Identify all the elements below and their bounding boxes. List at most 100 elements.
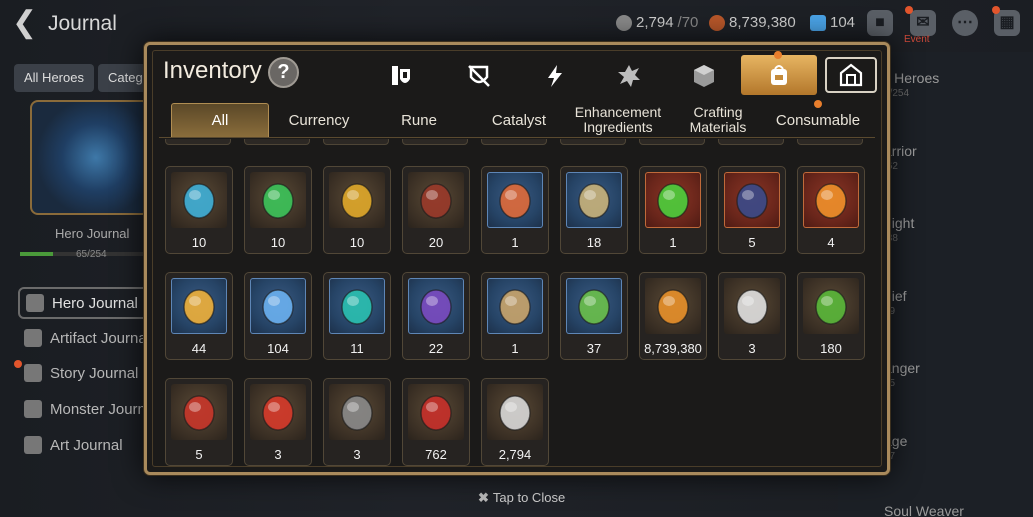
purple-orb-icon — [408, 278, 464, 334]
inventory-item[interactable]: 2,794 — [481, 378, 549, 466]
item-count: 10 — [349, 235, 365, 250]
menu-grid-icon[interactable]: ▦ — [994, 10, 1020, 36]
inventory-item[interactable]: 1 — [481, 272, 549, 360]
item-count: 104 — [267, 341, 289, 356]
menu-notification-dot — [992, 6, 1000, 14]
side-item-monster-journal[interactable]: Monster Journal — [18, 393, 158, 425]
class-count: 5/254 — [884, 88, 910, 99]
tap-to-close[interactable]: ✖ Tap to Close — [478, 490, 565, 506]
gold-rune-icon — [329, 172, 385, 228]
inventory-item[interactable]: 3 — [323, 378, 391, 466]
tab-unequipped[interactable] — [457, 59, 501, 93]
inventory-item[interactable]: 18 — [560, 166, 628, 254]
side-item-label: Monster Journal — [50, 400, 158, 418]
green-potion-icon — [645, 172, 701, 228]
item-count: 5 — [748, 235, 756, 250]
item-count: 762 — [425, 447, 447, 462]
class-label: ll Heroes — [884, 70, 940, 86]
inventory-item[interactable]: 10 — [323, 166, 391, 254]
side-item-label: Hero Journal — [52, 294, 138, 312]
subtab-catalyst[interactable]: Catalyst — [470, 103, 568, 137]
side-item-artifact-journal[interactable]: Artifact Journal — [18, 322, 150, 354]
back-arrow-icon[interactable]: ❮ — [12, 8, 37, 38]
inventory-item[interactable]: 4 — [797, 166, 865, 254]
blue-rune-icon — [171, 172, 227, 228]
no-sword-icon — [468, 65, 490, 87]
subtab-all[interactable]: All — [171, 103, 269, 137]
item-count: 1 — [511, 235, 519, 250]
inventory-item[interactable]: 20 — [402, 166, 470, 254]
item-count: 37 — [586, 341, 602, 356]
tab-storage[interactable] — [825, 57, 877, 93]
class-item-soul-weaver[interactable]: Soul Weaver — [884, 503, 964, 517]
inventory-item[interactable]: 44 — [165, 272, 233, 360]
side-item-label: Story Journal — [50, 364, 139, 382]
team-icon[interactable]: ■ — [867, 10, 893, 36]
inventory-item[interactable]: 10 — [165, 166, 233, 254]
tab-monster[interactable] — [607, 59, 651, 93]
sub-tab-divider — [159, 137, 875, 138]
hero-icon — [26, 294, 44, 312]
item-count: 18 — [586, 235, 602, 250]
item-count: 10 — [270, 235, 286, 250]
crystal-resource: 104 — [810, 14, 855, 31]
stamina-max: /70 — [677, 14, 699, 31]
inventory-modal: Inventory ? All Currency Rune Catalyst E… — [144, 42, 890, 475]
hero-journal-count: 65/254 — [76, 249, 107, 260]
inventory-item[interactable]: 104 — [244, 272, 312, 360]
side-item-story-journal[interactable]: Story Journal — [18, 357, 138, 389]
red-seal-icon — [250, 384, 306, 440]
help-button[interactable]: ? — [268, 57, 299, 88]
subtab-consumable[interactable]: Consumable — [769, 103, 867, 137]
spiky-creature-icon — [618, 65, 640, 87]
red-mask-icon — [408, 384, 464, 440]
tab-catalyst[interactable] — [533, 59, 577, 93]
tab-materials[interactable] — [682, 59, 726, 93]
tab-backpack[interactable] — [741, 55, 817, 95]
inventory-item[interactable]: 180 — [797, 272, 865, 360]
inventory-item[interactable]: 5 — [165, 378, 233, 466]
chat-icon[interactable]: ⋯ — [952, 10, 978, 36]
filter-all-heroes[interactable]: All Heroes — [14, 64, 94, 92]
blue-crystal-icon — [250, 278, 306, 334]
green-leaf-icon — [566, 278, 622, 334]
art-icon — [24, 436, 42, 454]
inventory-item[interactable]: 1 — [481, 166, 549, 254]
class-item-all[interactable]: ll Heroes 5/254 — [884, 70, 939, 99]
gold-value: 8,739,380 — [729, 14, 796, 31]
inventory-item[interactable]: 10 — [244, 166, 312, 254]
item-count: 20 — [428, 235, 444, 250]
compass-pendant-icon — [487, 278, 543, 334]
inventory-item[interactable]: 8,739,380 — [639, 272, 707, 360]
inventory-item[interactable]: 22 — [402, 272, 470, 360]
stone-gem-icon — [329, 384, 385, 440]
crystal-value: 104 — [830, 14, 856, 31]
scrolled-row-edge — [165, 139, 870, 147]
inventory-title: Inventory — [163, 57, 262, 84]
subtab-rune[interactable]: Rune — [370, 103, 468, 137]
hero-journal-book[interactable] — [30, 100, 150, 215]
subtab-currency[interactable]: Currency — [270, 103, 368, 137]
star-pendant-icon — [171, 278, 227, 334]
inventory-item[interactable]: 3 — [244, 378, 312, 466]
tab-equipment[interactable] — [379, 59, 423, 93]
item-count: 3 — [353, 447, 361, 462]
inventory-item[interactable]: 1 — [639, 166, 707, 254]
side-item-label: Art Journal — [50, 436, 123, 454]
side-item-art-journal[interactable]: Art Journal — [18, 429, 123, 461]
mail-icon[interactable]: ✉ — [910, 10, 936, 36]
subtab-enhancement-ingredients[interactable]: Enhancement Ingredients — [569, 103, 667, 137]
inventory-item[interactable]: 5 — [718, 166, 786, 254]
inventory-item[interactable]: 762 — [402, 378, 470, 466]
subtab-crafting-materials[interactable]: Crafting Materials — [669, 103, 767, 137]
event-label: Event — [904, 34, 930, 45]
side-item-hero-journal[interactable]: Hero Journal — [18, 287, 150, 319]
flame-crystal-icon — [803, 172, 859, 228]
inventory-item[interactable]: 37 — [560, 272, 628, 360]
inventory-item[interactable]: 3 — [718, 272, 786, 360]
item-count: 10 — [191, 235, 207, 250]
close-icon: ✖ — [478, 490, 489, 505]
gold-resource: 8,739,380 — [709, 14, 796, 31]
inventory-item[interactable]: 11 — [323, 272, 391, 360]
item-count: 11 — [350, 341, 364, 356]
